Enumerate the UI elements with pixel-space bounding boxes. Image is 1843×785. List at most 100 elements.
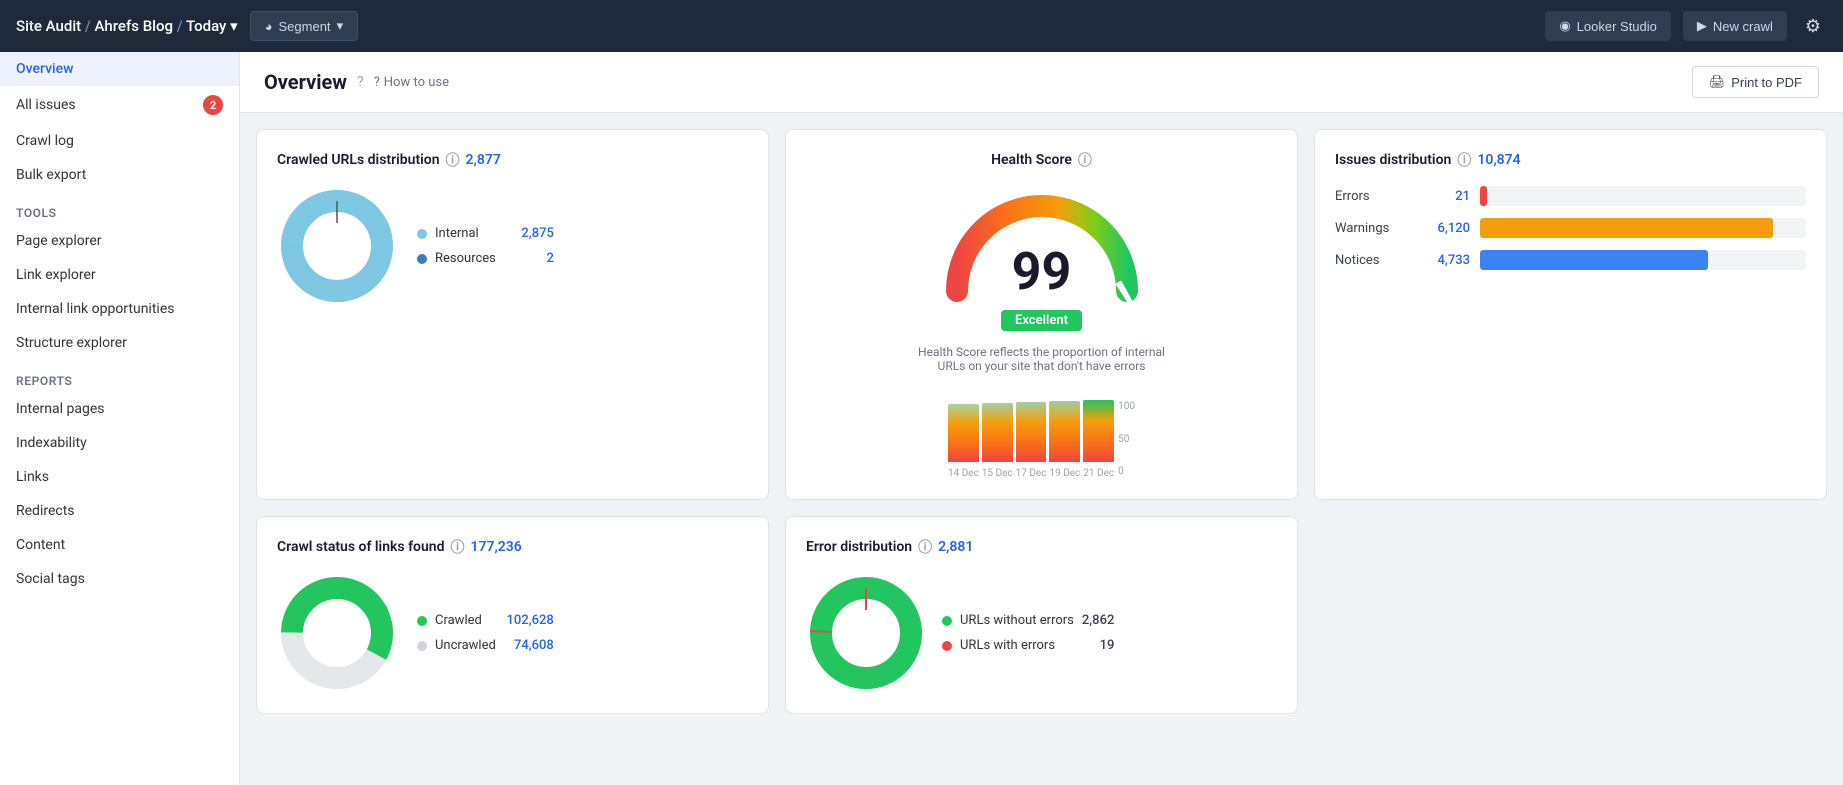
crawled-urls-info-icon[interactable]: ⓘ <box>446 150 460 170</box>
uncrawled-dot <box>417 641 427 651</box>
sidebar-item-bulk-export[interactable]: Bulk export <box>0 158 239 192</box>
warnings-bar <box>1480 218 1773 238</box>
gauge-container: 99 <box>942 186 1142 316</box>
issue-row-notices: Notices 4,733 <box>1335 250 1806 270</box>
errors-bar-wrap <box>1480 186 1806 206</box>
how-to-use-link[interactable]: ? How to use <box>374 75 449 90</box>
errors-bar <box>1480 186 1487 206</box>
with-errors-value: 19 <box>1100 638 1115 653</box>
error-dist-legend: URLs without errors 2,862 URLs with erro… <box>942 613 1114 653</box>
score-description: Health Score reflects the proportion of … <box>912 345 1172 373</box>
header-info-icon[interactable]: ? <box>357 74 364 90</box>
sidebar-item-all-issues[interactable]: All issues 2 <box>0 86 239 124</box>
crawled-urls-title: Crawled URLs distribution ⓘ 2,877 <box>277 150 748 170</box>
issue-row-errors: Errors 21 <box>1335 186 1806 206</box>
health-bar-chart: 14 Dec 15 Dec 17 Dec 19 Dec <box>948 399 1114 479</box>
sidebar-item-internal-link-opportunities[interactable]: Internal link opportunities <box>0 292 239 326</box>
issues-dist-info-icon[interactable]: ⓘ <box>1457 150 1471 170</box>
resources-value: 2 <box>504 251 554 266</box>
sidebar-item-overview[interactable]: Overview <box>0 52 239 86</box>
segment-label: Segment <box>279 19 331 34</box>
print-to-pdf-button[interactable]: 🖨 Print to PDF <box>1692 66 1819 98</box>
error-dist-container: URLs without errors 2,862 URLs with erro… <box>806 573 1277 693</box>
legend-resources: Resources 2 <box>417 251 554 266</box>
sidebar: Overview All issues 2 Crawl log Bulk exp… <box>0 52 240 785</box>
score-display: 99 <box>1012 246 1072 298</box>
crawled-value: 102,628 <box>504 613 554 628</box>
bar-col-0: 14 Dec <box>948 404 979 479</box>
legend-uncrawled: Uncrawled 74,608 <box>417 638 554 653</box>
sidebar-item-structure-explorer[interactable]: Structure explorer <box>0 326 239 360</box>
segment-icon: ◕ <box>265 19 273 34</box>
internal-dot <box>417 229 427 239</box>
sidebar-item-crawl-log[interactable]: Crawl log <box>0 124 239 158</box>
segment-button[interactable]: ◕ Segment ▾ <box>250 11 358 41</box>
warnings-bar-wrap <box>1480 218 1806 238</box>
all-issues-label: All issues <box>16 97 76 113</box>
breadcrumb: Site Audit / Ahrefs Blog / Today ▾ <box>16 17 238 35</box>
reports-section-header: Reports <box>0 360 239 392</box>
sidebar-item-links[interactable]: Links <box>0 460 239 494</box>
bar-col-4: 21 Dec <box>1083 400 1114 479</box>
score-number: 99 <box>1012 246 1072 298</box>
with-errors-dot <box>942 641 952 651</box>
play-icon: ▶ <box>1697 18 1707 34</box>
issues-dist-title: Issues distribution ⓘ 10,874 <box>1335 150 1806 170</box>
bar-col-3: 19 Dec <box>1049 401 1080 479</box>
internal-value: 2,875 <box>504 226 554 241</box>
sidebar-item-social-tags[interactable]: Social tags <box>0 562 239 596</box>
error-dist-donut <box>806 573 926 693</box>
legend-internal: Internal 2,875 <box>417 226 554 241</box>
error-dist-info-icon[interactable]: ⓘ <box>918 537 932 557</box>
errors-label: Errors <box>1335 189 1415 204</box>
sidebar-item-redirects[interactable]: Redirects <box>0 494 239 528</box>
notices-bar <box>1480 250 1708 270</box>
bar-4 <box>1083 400 1114 462</box>
issue-row-warnings: Warnings 6,120 <box>1335 218 1806 238</box>
errors-value: 21 <box>1425 189 1470 204</box>
crawled-urls-card: Crawled URLs distribution ⓘ 2,877 <box>256 129 769 500</box>
crawl-status-legend: Crawled 102,628 Uncrawled 74,608 <box>417 613 554 653</box>
legend-crawled: Crawled 102,628 <box>417 613 554 628</box>
bar-1 <box>982 403 1013 462</box>
crawled-urls-donut <box>277 186 397 306</box>
resources-dot <box>417 254 427 264</box>
settings-button[interactable]: ⚙ <box>1799 10 1827 43</box>
error-dist-title: Error distribution ⓘ 2,881 <box>806 537 1277 557</box>
health-chart: 14 Dec 15 Dec 17 Dec 19 Dec <box>940 389 1143 479</box>
crawled-urls-donut-container: Internal 2,875 Resources 2 <box>277 186 748 306</box>
warnings-value: 6,120 <box>1425 221 1470 236</box>
new-crawl-button[interactable]: ▶ New crawl <box>1683 11 1787 41</box>
looker-studio-button[interactable]: ◉ Looker Studio <box>1545 11 1671 41</box>
sidebar-item-internal-pages[interactable]: Internal pages <box>0 392 239 426</box>
health-score-info-icon[interactable]: ⓘ <box>1078 150 1092 170</box>
crawl-status-info-icon[interactable]: ⓘ <box>451 537 465 557</box>
health-score-title: Health Score ⓘ <box>991 150 1092 170</box>
tools-section-header: Tools <box>0 192 239 224</box>
issues-dist-total: 10,874 <box>1477 152 1520 168</box>
legend-with-errors: URLs with errors 19 <box>942 638 1114 653</box>
crawl-status-title: Crawl status of links found ⓘ 177,236 <box>277 537 748 557</box>
crawl-status-donut <box>277 573 397 693</box>
topbar: Site Audit / Ahrefs Blog / Today ▾ ◕ Seg… <box>0 0 1843 52</box>
notices-bar-wrap <box>1480 250 1806 270</box>
health-score-card: Health Score ⓘ <box>785 129 1298 500</box>
sidebar-item-indexability[interactable]: Indexability <box>0 426 239 460</box>
overview-label: Overview <box>16 61 73 77</box>
issues-rows: Errors 21 Warnings 6,120 N <box>1335 186 1806 270</box>
notices-label: Notices <box>1335 253 1415 268</box>
bar-2 <box>1016 402 1047 462</box>
sidebar-item-page-explorer[interactable]: Page explorer <box>0 224 239 258</box>
notices-value: 4,733 <box>1425 253 1470 268</box>
bar-col-1: 15 Dec <box>982 403 1013 479</box>
bar-3 <box>1049 401 1080 462</box>
issues-distribution-card: Issues distribution ⓘ 10,874 Errors 21 W… <box>1314 129 1827 500</box>
page-title: Overview <box>264 70 347 94</box>
crawl-status-card: Crawl status of links found ⓘ 177,236 Cr… <box>256 516 769 714</box>
crawled-urls-legend: Internal 2,875 Resources 2 <box>417 226 554 266</box>
sidebar-item-content[interactable]: Content <box>0 528 239 562</box>
layout: Overview All issues 2 Crawl log Bulk exp… <box>0 52 1843 785</box>
sidebar-item-link-explorer[interactable]: Link explorer <box>0 258 239 292</box>
crawl-status-total: 177,236 <box>471 539 522 555</box>
main-content: Overview ? ? How to use 🖨 Print to PDF C… <box>240 52 1843 785</box>
